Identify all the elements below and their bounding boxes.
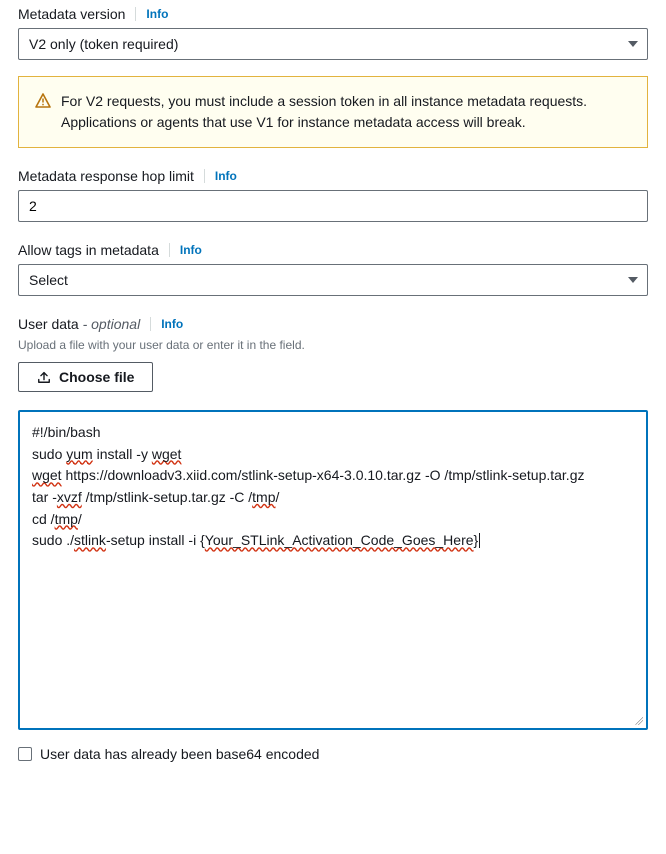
user-data-label-wrapper: User data - optional bbox=[18, 316, 140, 332]
user-data-content: #!/bin/bash sudo yum install -y wget wge… bbox=[32, 422, 634, 552]
warning-icon bbox=[35, 93, 51, 109]
allow-tags-info-link[interactable]: Info bbox=[180, 243, 202, 257]
user-data-info-link[interactable]: Info bbox=[161, 317, 183, 331]
label-divider bbox=[135, 7, 136, 21]
metadata-version-select[interactable]: V2 only (token required) bbox=[18, 28, 648, 60]
metadata-version-label-row: Metadata version Info bbox=[18, 6, 648, 22]
hop-limit-info-link[interactable]: Info bbox=[215, 169, 237, 183]
hop-limit-section: Metadata response hop limit Info bbox=[18, 168, 648, 222]
metadata-version-select-value: V2 only (token required) bbox=[18, 28, 648, 60]
base64-checkbox[interactable] bbox=[18, 747, 32, 761]
allow-tags-select-value: Select bbox=[18, 264, 648, 296]
label-divider bbox=[150, 317, 151, 331]
user-data-textarea[interactable]: #!/bin/bash sudo yum install -y wget wge… bbox=[18, 410, 648, 730]
upload-icon bbox=[37, 370, 51, 384]
choose-file-label: Choose file bbox=[59, 369, 134, 385]
user-data-label: User data bbox=[18, 316, 79, 332]
base64-checkbox-label[interactable]: User data has already been base64 encode… bbox=[40, 746, 319, 762]
label-divider bbox=[204, 169, 205, 183]
metadata-version-warning: For V2 requests, you must include a sess… bbox=[18, 76, 648, 148]
metadata-version-label: Metadata version bbox=[18, 6, 125, 22]
allow-tags-section: Allow tags in metadata Info Select bbox=[18, 242, 648, 296]
metadata-version-info-link[interactable]: Info bbox=[146, 7, 168, 21]
user-data-section: User data - optional Info Upload a file … bbox=[18, 316, 648, 762]
metadata-version-warning-text: For V2 requests, you must include a sess… bbox=[61, 91, 631, 133]
allow-tags-label: Allow tags in metadata bbox=[18, 242, 159, 258]
user-data-label-row: User data - optional Info bbox=[18, 316, 648, 332]
hop-limit-label: Metadata response hop limit bbox=[18, 168, 194, 184]
hop-limit-label-row: Metadata response hop limit Info bbox=[18, 168, 648, 184]
base64-checkbox-row: User data has already been base64 encode… bbox=[18, 746, 648, 762]
choose-file-button[interactable]: Choose file bbox=[18, 362, 153, 392]
allow-tags-label-row: Allow tags in metadata Info bbox=[18, 242, 648, 258]
hop-limit-input[interactable] bbox=[18, 190, 648, 222]
label-divider bbox=[169, 243, 170, 257]
user-data-optional: - optional bbox=[79, 316, 140, 332]
metadata-version-section: Metadata version Info V2 only (token req… bbox=[18, 6, 648, 148]
user-data-help-text: Upload a file with your user data or ent… bbox=[18, 338, 648, 352]
allow-tags-select[interactable]: Select bbox=[18, 264, 648, 296]
